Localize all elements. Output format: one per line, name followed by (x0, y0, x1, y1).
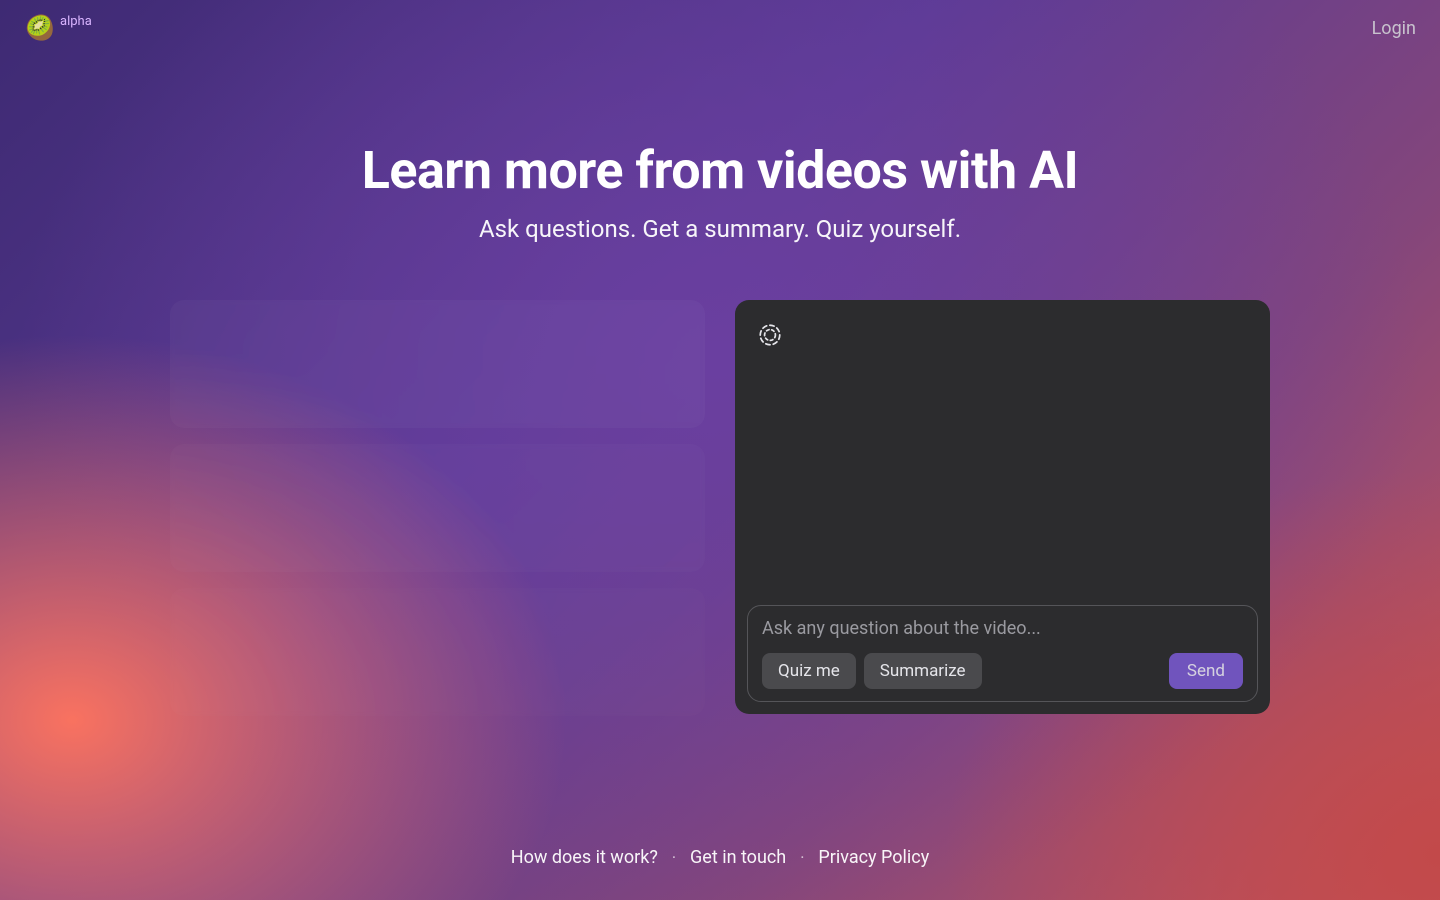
video-card-skeleton (170, 300, 705, 428)
chat-input[interactable] (762, 618, 1243, 639)
brand-tag: alpha (60, 14, 92, 29)
main-content: Quiz me Summarize Send (170, 300, 1270, 716)
video-card-skeleton (170, 444, 705, 572)
hero: Learn more from videos with AI Ask quest… (0, 140, 1440, 243)
footer-link-how[interactable]: How does it work? (511, 847, 658, 868)
separator-dot: · (672, 848, 676, 867)
chat-composer: Quiz me Summarize Send (747, 605, 1258, 702)
chat-body (735, 300, 1270, 605)
send-button[interactable]: Send (1169, 653, 1243, 689)
chat-panel: Quiz me Summarize Send (735, 300, 1270, 714)
loading-spinner-icon (757, 322, 783, 348)
skeleton-list (170, 300, 705, 716)
video-card-skeleton (170, 588, 705, 716)
brand-logo[interactable]: 🥝 alpha (24, 12, 92, 44)
hero-subtitle: Ask questions. Get a summary. Quiz yours… (0, 215, 1440, 243)
hero-title: Learn more from videos with AI (0, 140, 1440, 201)
chat-column: Quiz me Summarize Send (735, 300, 1270, 716)
quiz-me-button[interactable]: Quiz me (762, 653, 856, 689)
video-list (170, 300, 705, 716)
kiwi-icon: 🥝 (24, 12, 56, 44)
summarize-button[interactable]: Summarize (864, 653, 982, 689)
login-link[interactable]: Login (1372, 18, 1416, 39)
header: 🥝 alpha Login (0, 0, 1440, 56)
footer-link-privacy[interactable]: Privacy Policy (818, 847, 929, 868)
footer: How does it work? · Get in touch · Priva… (0, 847, 1440, 868)
composer-actions: Quiz me Summarize Send (762, 653, 1243, 689)
separator-dot: · (800, 848, 804, 867)
footer-link-contact[interactable]: Get in touch (690, 847, 786, 868)
